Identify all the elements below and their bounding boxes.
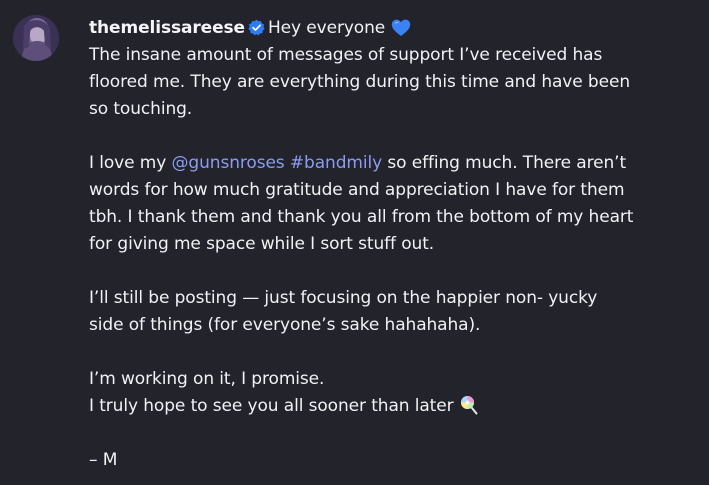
caption-line-9: for giving me space while I sort stuff o… bbox=[89, 234, 435, 254]
hashtag-link[interactable]: #bandmily bbox=[290, 153, 382, 173]
post-caption-card: themelissareese Hey everyone The insane … bbox=[0, 0, 709, 485]
caption-line-14: I’m working on it, I promise. bbox=[89, 369, 325, 389]
lollipop-icon bbox=[460, 395, 480, 424]
caption-line-15: I truly hope to see you all sooner than … bbox=[89, 393, 701, 420]
caption-signature: – M bbox=[89, 450, 118, 470]
verified-badge-icon bbox=[248, 18, 265, 45]
caption-line-3: floored me. They are everything during t… bbox=[89, 72, 631, 92]
username-link[interactable]: themelissareese bbox=[89, 18, 245, 38]
caption-line-2: The insane amount of messages of support… bbox=[89, 45, 603, 65]
caption-line-8: tbh. I thank them and thank you all from… bbox=[89, 207, 634, 227]
mention-link[interactable]: @gunsnroses bbox=[172, 153, 285, 173]
caption-greeting: Hey everyone bbox=[267, 18, 386, 38]
caption-text-segment: I truly hope to see you all sooner than … bbox=[89, 396, 454, 416]
caption-line-4: so touching. bbox=[89, 99, 193, 119]
caption-line-7: words for how much gratitude and appreci… bbox=[89, 180, 625, 200]
caption-line-1: themelissareese Hey everyone bbox=[89, 15, 701, 42]
avatar-photo bbox=[13, 15, 59, 61]
caption-text-segment: I love my bbox=[89, 153, 172, 173]
caption-text-segment: so effing much. There aren’t bbox=[382, 153, 627, 173]
caption-line-6: I love my @gunsnroses #bandmily so effin… bbox=[89, 150, 701, 177]
caption-line-11: I’ll still be posting — just focusing on… bbox=[89, 288, 598, 308]
avatar[interactable] bbox=[13, 15, 59, 61]
caption-text: themelissareese Hey everyone The insane … bbox=[89, 15, 701, 474]
caption-line-12: side of things (for everyone’s sake haha… bbox=[89, 315, 481, 335]
